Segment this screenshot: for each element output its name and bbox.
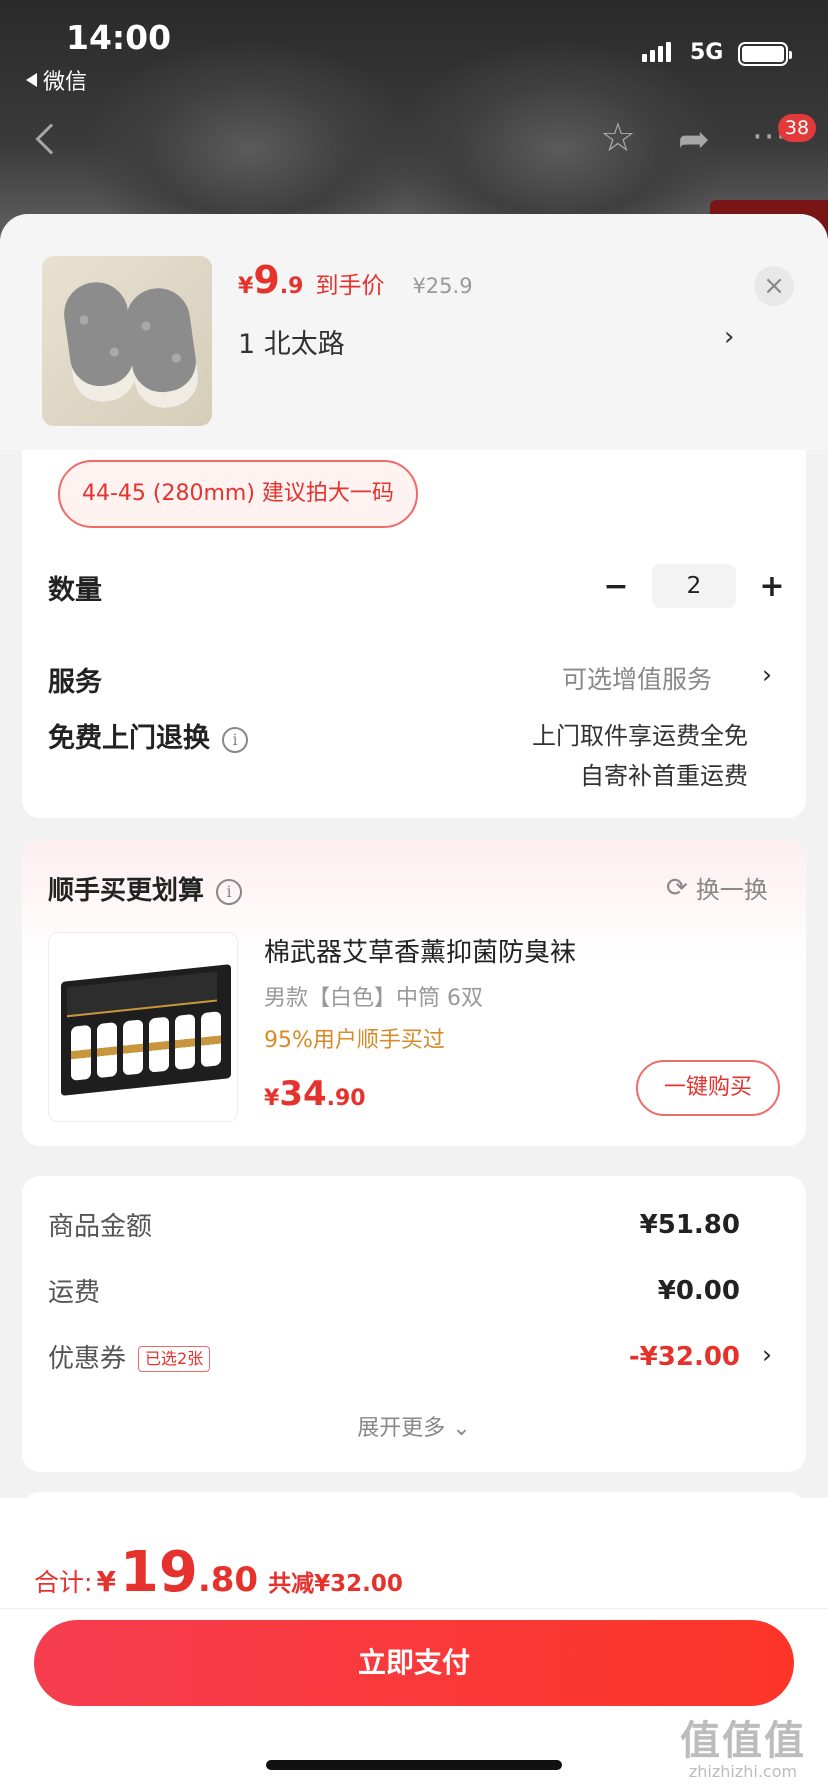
coupon-label-wrap: 优惠券 已选2张	[48, 1338, 211, 1375]
price-tag: 到手价	[315, 273, 385, 299]
quantity-stepper: − 2 +	[596, 564, 792, 608]
free-return-row: 免费上门退换 i	[48, 716, 248, 755]
status-bar: 14:00 微信 5G	[0, 0, 828, 100]
free-return-line2: 自寄补首重运费	[580, 762, 748, 790]
addon-card: 顺手买更划算 i ⟳ 换一换 棉武器艾草香薰抑菌防臭袜 男款【白色】中筒 6双 9…	[22, 840, 806, 1146]
addon-title-row: 顺手买更划算 i	[48, 870, 243, 907]
quantity-minus-button[interactable]: −	[596, 569, 636, 604]
service-value[interactable]: 可选增值服务	[562, 660, 712, 696]
addon-price-symbol: ¥	[264, 1086, 280, 1111]
price-symbol: ¥	[238, 274, 254, 299]
total-integer: 19	[119, 1540, 198, 1605]
addon-price-integer: 34	[279, 1074, 327, 1114]
total-symbol: ¥	[96, 1565, 116, 1598]
info-icon[interactable]: i	[216, 879, 243, 905]
chevron-right-icon[interactable]: ›	[762, 660, 772, 689]
share-icon[interactable]: ➦	[678, 120, 710, 158]
status-time: 14:00	[66, 18, 172, 57]
addon-product-spec: 男款【白色】中筒 6双	[264, 986, 483, 1011]
watermark-logo: 值值值	[680, 1718, 806, 1764]
divider	[0, 1608, 828, 1609]
battery-icon	[738, 42, 792, 66]
goods-amount-row: 商品金额 ¥51.80	[48, 1206, 740, 1243]
selected-spec[interactable]: 1 北太路	[238, 322, 345, 361]
total-amount: 合计: ¥ 19 .80 共减¥32.00	[34, 1540, 403, 1605]
price-integer: 9	[253, 258, 280, 302]
close-button[interactable]: ×	[754, 266, 794, 306]
addon-bought-hint: 95%用户顺手买过	[264, 1028, 445, 1053]
checkout-bar: 合计: ¥ 19 .80 共减¥32.00 立即支付 值值值 zhizhizhi…	[0, 1498, 828, 1792]
home-indicator	[266, 1760, 562, 1770]
goods-amount-value: ¥51.80	[639, 1209, 740, 1240]
back-app-label: 微信	[43, 70, 88, 95]
quantity-input[interactable]: 2	[652, 564, 736, 608]
total-label: 合计:	[34, 1568, 93, 1597]
shipping-value: ¥0.00	[657, 1275, 740, 1306]
chevron-right-icon[interactable]: ›	[724, 322, 734, 352]
total-reduction: 共减¥32.00	[268, 1571, 403, 1597]
back-icon[interactable]	[35, 123, 67, 155]
swap-button[interactable]: ⟳ 换一换	[666, 870, 768, 905]
chevron-right-icon[interactable]: ›	[762, 1340, 772, 1369]
coupon-selected-badge: 已选2张	[138, 1346, 211, 1372]
size-option-selected[interactable]: 44-45 (280mm) 建议拍大一码	[58, 460, 418, 528]
watermark: 值值值 zhizhizhi.com	[680, 1708, 806, 1781]
addon-title: 顺手买更划算	[48, 876, 205, 906]
info-icon[interactable]: i	[222, 727, 248, 753]
product-top-nav: ☆ ➦ ··· 38	[0, 114, 828, 178]
addon-price-decimal: .90	[326, 1086, 366, 1111]
addon-product-image[interactable]	[48, 932, 238, 1122]
watermark-url: zhizhizhi.com	[688, 1762, 798, 1781]
addon-price: ¥ 34 .90	[264, 1074, 366, 1114]
price-decimal: .9	[279, 274, 304, 299]
one-click-buy-button[interactable]: 一键购买	[636, 1060, 780, 1116]
addon-product-name[interactable]: 棉武器艾草香薰抑菌防臭袜	[264, 932, 576, 969]
message-badge: 38	[778, 114, 816, 142]
star-icon[interactable]: ☆	[600, 118, 636, 158]
original-price: ¥25.9	[412, 274, 473, 298]
coupon-row[interactable]: 优惠券 已选2张 -¥32.00	[48, 1338, 740, 1375]
shipping-label: 运费	[48, 1278, 101, 1308]
free-return-line1: 上门取件享运费全免	[532, 722, 748, 750]
back-to-app[interactable]: 微信	[26, 64, 87, 96]
expand-more-button[interactable]: 展开更多 ⌄	[22, 1410, 806, 1442]
signal-icon	[642, 42, 671, 62]
options-card: 44-45 (280mm) 建议拍大一码 数量 − 2 + 服务 可选增值服务 …	[22, 450, 806, 818]
product-thumbnail[interactable]	[42, 256, 212, 426]
goods-amount-label: 商品金额	[48, 1212, 153, 1242]
swap-label: 换一换	[695, 876, 768, 904]
shipping-row: 运费 ¥0.00	[48, 1272, 740, 1309]
service-label: 服务	[48, 667, 102, 698]
back-triangle-icon	[26, 73, 37, 87]
product-price: ¥ 9 .9 到手价 ¥25.9	[238, 258, 473, 302]
coupon-value: -¥32.00	[628, 1341, 740, 1372]
coupon-label: 优惠券	[48, 1344, 127, 1374]
network-label: 5G	[690, 40, 724, 65]
total-decimal: .80	[197, 1560, 259, 1600]
pay-now-button[interactable]: 立即支付	[34, 1620, 794, 1706]
quantity-label: 数量	[48, 575, 102, 606]
quantity-plus-button[interactable]: +	[752, 569, 792, 604]
refresh-icon: ⟳	[666, 872, 688, 903]
sheet-header: ¥ 9 .9 到手价 ¥25.9 1 北太路 › ×	[0, 214, 828, 450]
free-return-label: 免费上门退换	[48, 723, 210, 754]
order-summary-card: 商品金额 ¥51.80 运费 ¥0.00 优惠券 已选2张 -¥32.00 › 展…	[22, 1176, 806, 1472]
sock-box-shape	[61, 964, 231, 1096]
slipper-right-shape	[121, 284, 203, 412]
